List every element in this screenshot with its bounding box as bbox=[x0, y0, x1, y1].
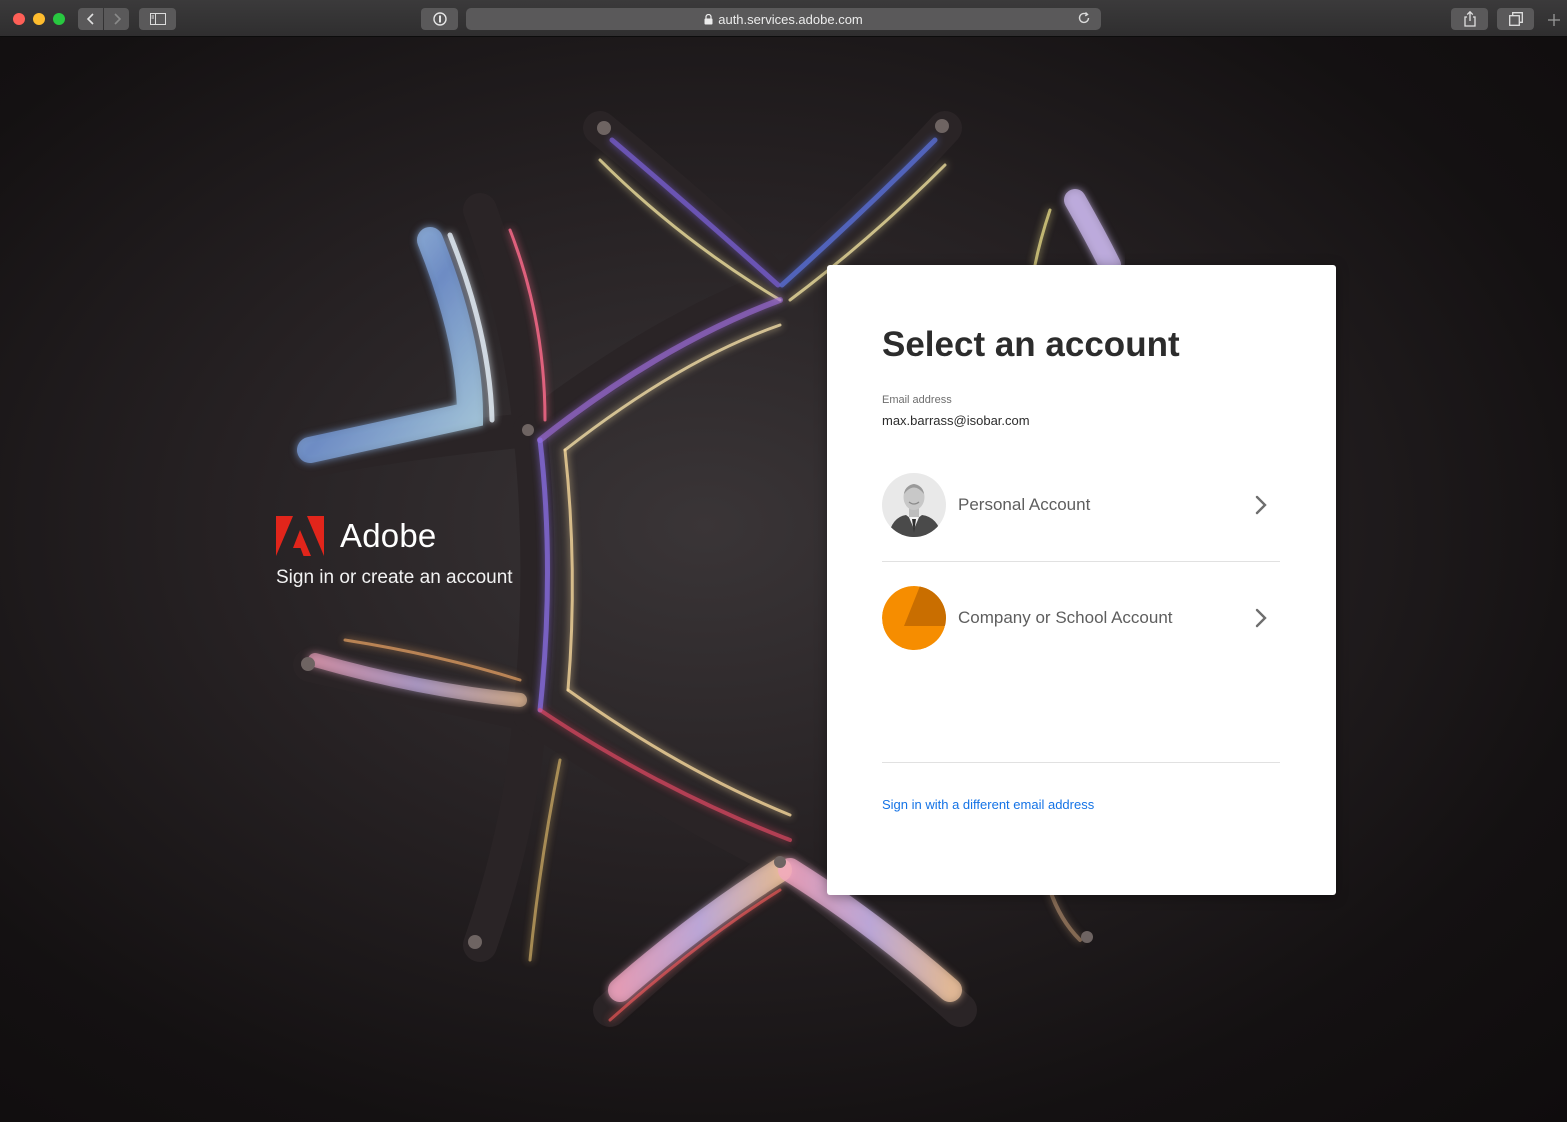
company-school-account-option[interactable]: Company or School Account bbox=[882, 585, 1280, 651]
different-email-link[interactable]: Sign in with a different email address bbox=[882, 797, 1094, 812]
chevron-right-icon bbox=[1250, 495, 1272, 515]
avatar bbox=[882, 586, 946, 650]
back-button[interactable] bbox=[78, 8, 103, 30]
close-window-button[interactable] bbox=[13, 13, 25, 25]
plus-icon bbox=[1548, 14, 1560, 26]
sidebar-icon bbox=[149, 13, 166, 25]
browser-window: auth.services.adobe.com Adobe Sign in or… bbox=[0, 0, 1567, 1122]
email-value: max.barrass@isobar.com bbox=[882, 413, 1030, 428]
personal-account-option[interactable]: Personal Account bbox=[882, 472, 1280, 538]
brand-name: Adobe bbox=[340, 517, 437, 554]
divider bbox=[882, 561, 1280, 562]
share-icon bbox=[1463, 11, 1476, 27]
brand-tagline: Sign in or create an account bbox=[276, 567, 513, 588]
sidebar-toggle-button[interactable] bbox=[139, 8, 176, 30]
brand-row: Adobe bbox=[276, 516, 513, 556]
share-button[interactable] bbox=[1451, 8, 1488, 30]
chevron-left-icon bbox=[86, 13, 94, 25]
lock-icon bbox=[704, 13, 713, 24]
organization-icon bbox=[882, 586, 946, 650]
1password-icon bbox=[432, 12, 447, 26]
avatar bbox=[882, 473, 946, 537]
page-title: Select an account bbox=[882, 325, 1180, 364]
account-selection-card: Select an account Email address max.barr… bbox=[827, 265, 1336, 895]
chevron-right-icon bbox=[113, 13, 121, 25]
tab-overview-button[interactable] bbox=[1497, 8, 1534, 30]
forward-button[interactable] bbox=[104, 8, 129, 30]
adobe-logo-icon bbox=[276, 516, 324, 556]
navigation-buttons bbox=[78, 8, 129, 30]
minimize-window-button[interactable] bbox=[33, 13, 45, 25]
user-photo-icon bbox=[882, 473, 946, 537]
chevron-right-icon bbox=[1250, 608, 1272, 628]
divider bbox=[882, 762, 1280, 763]
address-url: auth.services.adobe.com bbox=[718, 11, 863, 27]
zoom-window-button[interactable] bbox=[53, 13, 65, 25]
company-school-account-label: Company or School Account bbox=[958, 608, 1173, 627]
address-bar[interactable]: auth.services.adobe.com bbox=[466, 8, 1101, 30]
password-manager-button[interactable] bbox=[421, 8, 458, 30]
email-label: Email address bbox=[882, 394, 952, 406]
browser-toolbar: auth.services.adobe.com bbox=[0, 0, 1567, 37]
personal-account-label: Personal Account bbox=[958, 495, 1091, 514]
reload-icon[interactable] bbox=[1077, 11, 1091, 25]
new-tab-button[interactable] bbox=[1546, 12, 1562, 28]
brand-block: Adobe Sign in or create an account bbox=[276, 516, 513, 589]
tabs-icon bbox=[1508, 12, 1523, 26]
